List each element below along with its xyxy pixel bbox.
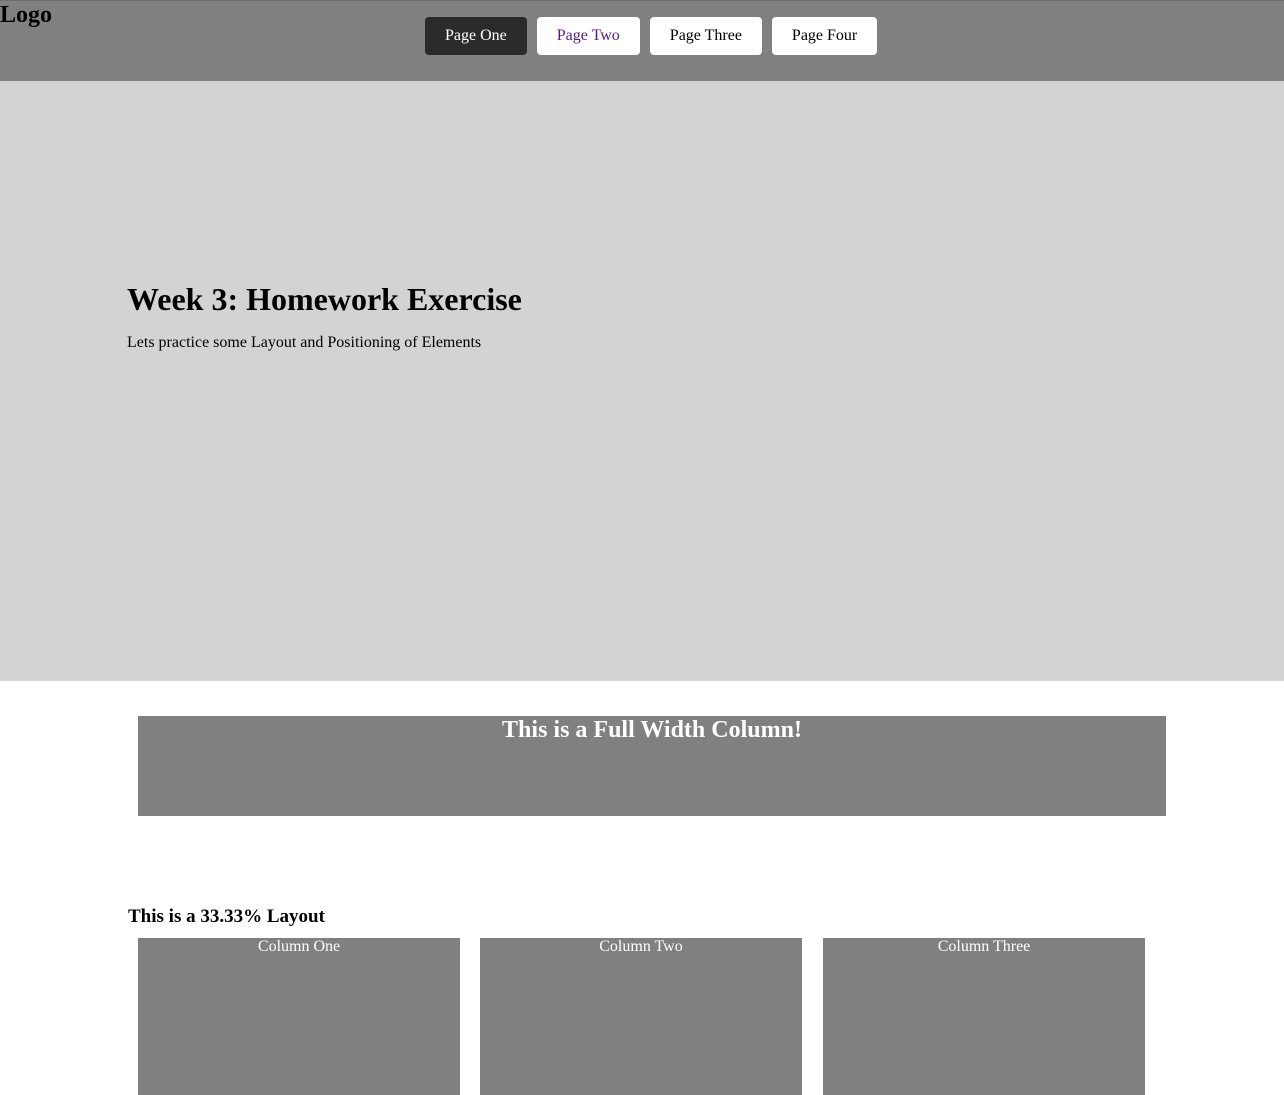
column-one-label: Column One: [257, 938, 341, 955]
full-width-column: This is a Full Width Column!: [138, 716, 1166, 816]
logo[interactable]: Logo: [0, 2, 52, 28]
nav-page-four-button[interactable]: Page Four: [771, 17, 878, 55]
three-column-title: This is a 33.33% Layout: [128, 906, 325, 927]
hero-section: Week 3: Homework Exercise Lets practice …: [0, 81, 1284, 681]
hero-title: Week 3: Homework Exercise: [127, 281, 522, 317]
column-two-label: Column Two: [599, 938, 683, 955]
hero-subtitle: Lets practice some Layout and Positionin…: [127, 334, 482, 351]
nav-page-three-button[interactable]: Page Three: [649, 17, 762, 55]
full-width-heading: This is a Full Width Column!: [502, 717, 802, 743]
nav-page-two-button[interactable]: Page Two: [536, 17, 640, 55]
column-three: Column Three: [823, 938, 1145, 1095]
column-one: Column One: [138, 938, 460, 1095]
column-two: Column Two: [480, 938, 802, 1095]
nav-page-one-button[interactable]: Page One: [425, 17, 527, 55]
main-nav: Page One Page Two Page Three Page Four: [425, 17, 878, 55]
column-three-label: Column Three: [937, 938, 1031, 955]
site-header: Logo Page One Page Two Page Three Page F…: [0, 0, 1284, 81]
